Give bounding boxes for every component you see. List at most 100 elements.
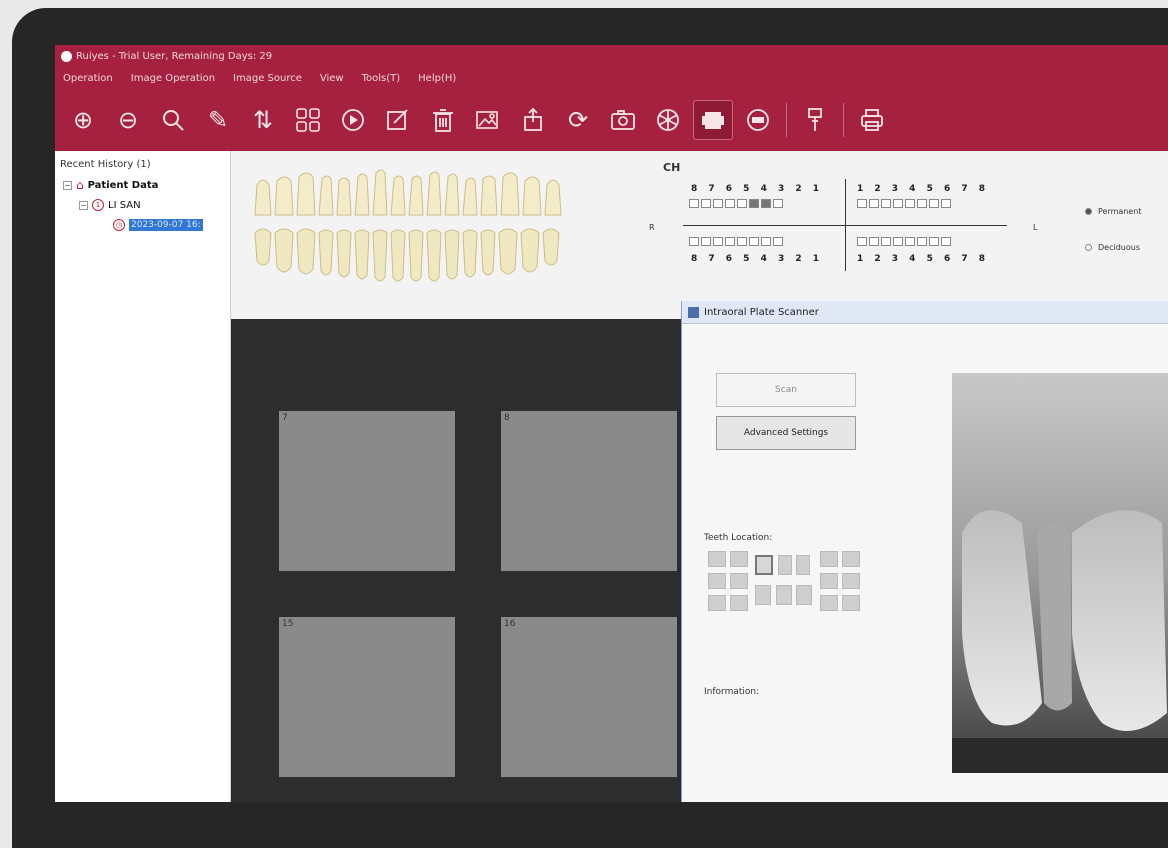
tooth-checkbox[interactable] xyxy=(869,237,879,246)
side-right-label: R xyxy=(649,223,655,232)
edit-icon[interactable] xyxy=(378,100,418,140)
search-icon[interactable] xyxy=(153,100,193,140)
menu-operation[interactable]: Operation xyxy=(63,73,113,84)
tooth-checkbox[interactable] xyxy=(749,237,759,246)
tooth-checkbox[interactable] xyxy=(737,237,747,246)
radio-permanent[interactable]: Permanent xyxy=(1085,207,1142,216)
zoom-out-icon[interactable]: ⊖ xyxy=(108,100,148,140)
toolbar: ⊕ ⊖ ✎ ⇅ ⟳ xyxy=(55,89,1168,151)
slot-number: 8 xyxy=(504,413,510,423)
tooth-checkbox[interactable] xyxy=(941,199,951,208)
radio-dot-selected xyxy=(1085,208,1092,215)
chart-label: CH xyxy=(663,161,681,174)
image-slot[interactable]: 15 xyxy=(279,617,455,777)
zoom-in-icon[interactable]: ⊕ xyxy=(63,100,103,140)
lower-right-numbers: 1 2 3 4 5 6 7 8 xyxy=(857,254,990,264)
tooth-checkbox[interactable] xyxy=(941,237,951,246)
tooth-checkbox[interactable] xyxy=(725,237,735,246)
image-slot[interactable]: 7 xyxy=(279,411,455,571)
tooth-checkbox[interactable] xyxy=(773,199,783,208)
tooth-checkbox[interactable] xyxy=(857,199,867,208)
tooth-checkbox[interactable] xyxy=(761,199,771,208)
tooth-checkbox[interactable] xyxy=(689,237,699,246)
app-logo-icon xyxy=(61,50,72,62)
play-icon[interactable] xyxy=(333,100,373,140)
tooth-checkbox[interactable] xyxy=(713,199,723,208)
slot-number: 15 xyxy=(282,619,294,629)
teeth-location-label: Teeth Location: xyxy=(704,533,773,543)
tree-session[interactable]: ◷ 2023-09-07 16: xyxy=(55,216,230,234)
menu-bar: Operation Image Operation Image Source V… xyxy=(55,67,1168,89)
sort-icon[interactable]: ⇅ xyxy=(243,100,283,140)
grid-icon[interactable] xyxy=(288,100,328,140)
export-icon[interactable] xyxy=(513,100,553,140)
tooth-checkbox[interactable] xyxy=(905,237,915,246)
tooth-checkbox[interactable] xyxy=(701,237,711,246)
radio-deciduous-label: Deciduous xyxy=(1098,243,1140,252)
menu-image-source[interactable]: Image Source xyxy=(233,73,302,84)
trash-icon[interactable] xyxy=(423,100,463,140)
aperture-icon[interactable] xyxy=(648,100,688,140)
tooth-checkbox[interactable] xyxy=(881,199,891,208)
tooth-checkbox[interactable] xyxy=(893,199,903,208)
tooth-checkbox[interactable] xyxy=(857,237,867,246)
teeth-diagram[interactable] xyxy=(251,167,631,287)
tooth-checkbox[interactable] xyxy=(713,237,723,246)
tree-patient[interactable]: − 1 LI SAN xyxy=(55,196,230,214)
tree-root-label: Patient Data xyxy=(87,179,159,191)
tooth-checkbox[interactable] xyxy=(737,199,747,208)
image-slot[interactable]: 16 xyxy=(501,617,677,777)
tooth-checkbox[interactable] xyxy=(773,237,783,246)
tooth-checkbox[interactable] xyxy=(701,199,711,208)
scanner-icon[interactable] xyxy=(693,100,733,140)
collapse-icon[interactable]: − xyxy=(79,200,88,210)
tooth-checkbox[interactable] xyxy=(689,199,699,208)
menu-image-operation[interactable]: Image Operation xyxy=(131,73,215,84)
print-icon[interactable] xyxy=(852,100,892,140)
pencil-icon[interactable]: ✎ xyxy=(198,100,238,140)
tooth-checkbox[interactable] xyxy=(761,237,771,246)
tooth-checkbox[interactable] xyxy=(917,199,927,208)
tooth-checkbox[interactable] xyxy=(893,237,903,246)
lower-left-numbers: 8 7 6 5 4 3 2 1 xyxy=(691,254,824,264)
gallery-icon[interactable] xyxy=(468,100,508,140)
information-label: Information: xyxy=(704,687,760,697)
teeth-location-grid[interactable] xyxy=(708,551,868,621)
upper-left-numbers: 8 7 6 5 4 3 2 1 xyxy=(691,184,824,194)
advanced-settings-button[interactable]: Advanced Settings xyxy=(716,416,856,450)
menu-help[interactable]: Help(H) xyxy=(418,73,456,84)
tooth-checkbox[interactable] xyxy=(881,237,891,246)
clock-icon: ◷ xyxy=(113,219,125,231)
tooth-checkbox[interactable] xyxy=(929,237,939,246)
radio-deciduous[interactable]: Deciduous xyxy=(1085,243,1140,252)
sensor-icon[interactable] xyxy=(738,100,778,140)
radio-permanent-label: Permanent xyxy=(1098,207,1142,216)
refresh-icon[interactable]: ⟳ xyxy=(558,100,598,140)
side-left-label: L xyxy=(1033,223,1038,232)
radio-dot xyxy=(1085,244,1092,251)
menu-tools[interactable]: Tools(T) xyxy=(362,73,401,84)
window-icon xyxy=(688,306,699,318)
tooth-checkbox[interactable] xyxy=(869,199,879,208)
tooth-checkbox[interactable] xyxy=(725,199,735,208)
tooth-checkbox[interactable] xyxy=(749,199,759,208)
image-viewer: 7 8 15 16 xyxy=(231,319,681,802)
menu-view[interactable]: View xyxy=(320,73,344,84)
handpiece-icon[interactable] xyxy=(795,100,835,140)
window-title: Ruiyes - Trial User, Remaining Days: 29 xyxy=(76,50,273,62)
camera-icon[interactable] xyxy=(603,100,643,140)
tree-patient-data[interactable]: − ⌂ Patient Data xyxy=(55,176,230,194)
tooth-checkbox[interactable] xyxy=(929,199,939,208)
scanner-title-bar: Intraoral Plate Scanner xyxy=(682,301,1168,324)
quadrant-horizontal-divider xyxy=(683,225,1007,226)
scanner-dialog: Intraoral Plate Scanner Scan Advanced Se… xyxy=(681,301,1168,802)
patient-icon: 1 xyxy=(92,199,104,211)
tooth-checkbox[interactable] xyxy=(905,199,915,208)
tooth-checkbox[interactable] xyxy=(917,237,927,246)
upper-right-numbers: 1 2 3 4 5 6 7 8 xyxy=(857,184,990,194)
scan-button[interactable]: Scan xyxy=(716,373,856,407)
image-slot[interactable]: 8 xyxy=(501,411,677,571)
scanner-title: Intraoral Plate Scanner xyxy=(704,306,819,318)
title-bar: Ruiyes - Trial User, Remaining Days: 29 xyxy=(55,45,1168,67)
collapse-icon[interactable]: − xyxy=(63,180,72,190)
